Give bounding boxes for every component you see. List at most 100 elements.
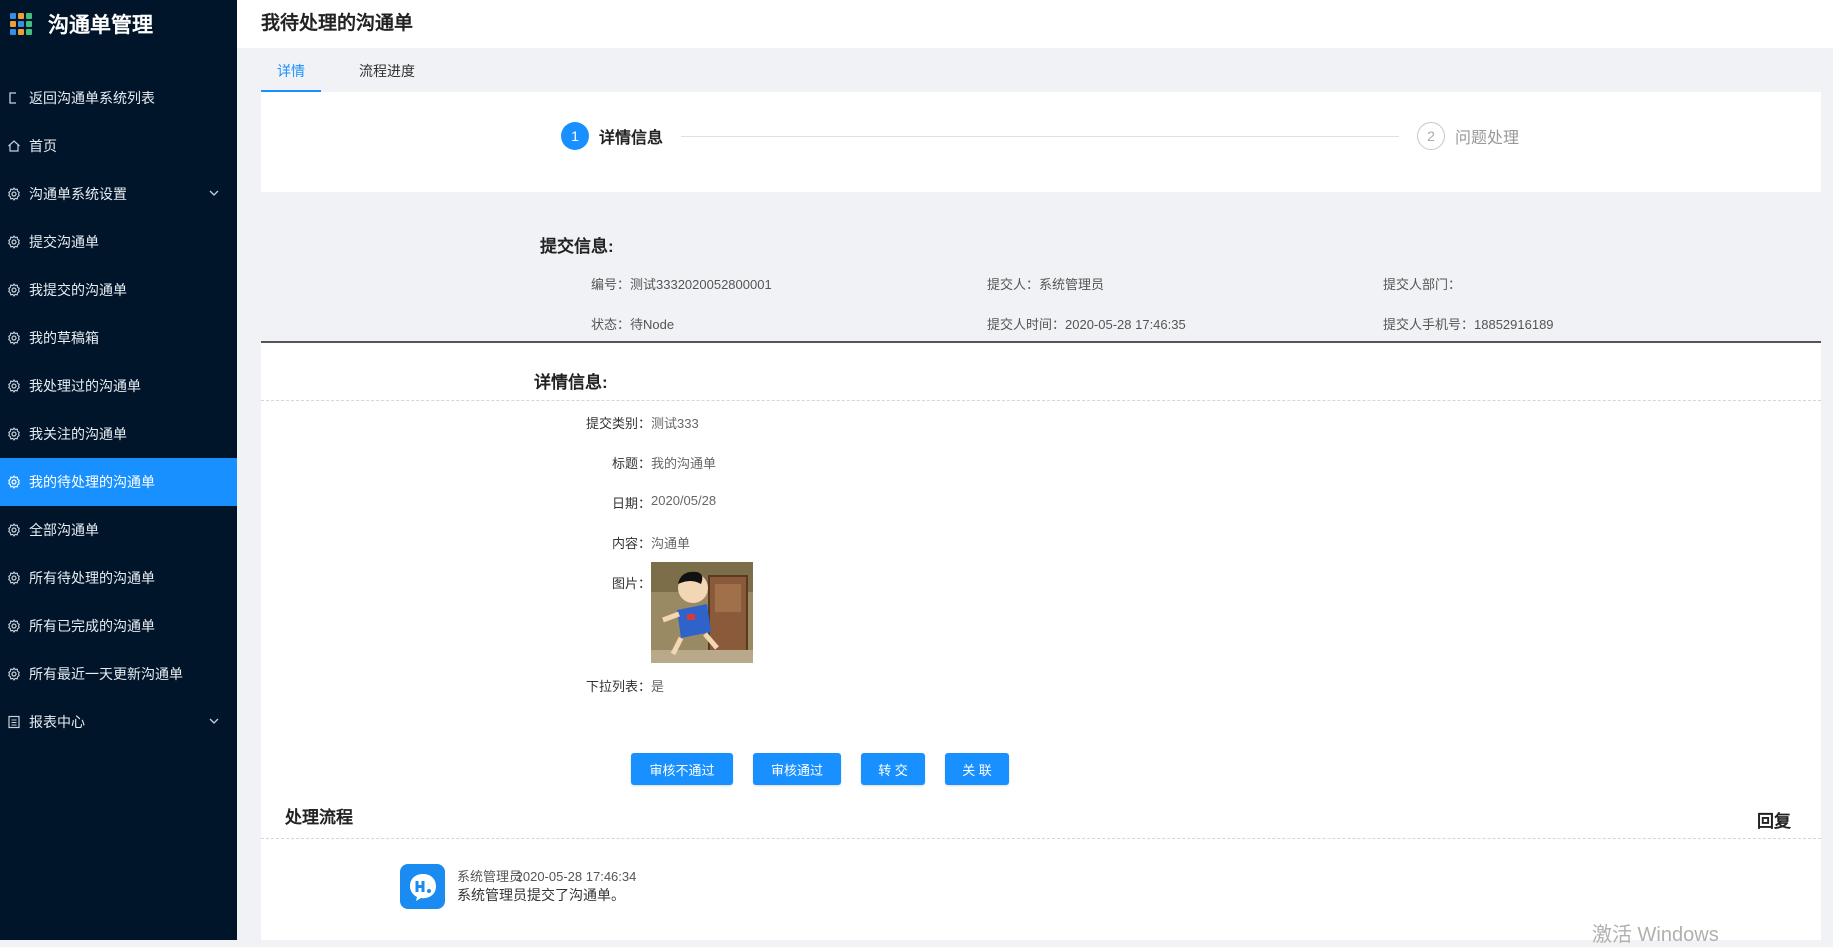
brand: 沟通单管理 <box>10 8 153 40</box>
home-icon <box>6 138 22 154</box>
steps-card: 1 详情信息 2 问题处理 <box>261 92 1821 192</box>
sidebar-item-label: 报表中心 <box>29 714 85 730</box>
divider <box>261 838 1821 839</box>
sidebar: 沟通单管理 返回沟通单系统列表 首页 沟通单系统设置 提交沟通单 我提交的沟通单… <box>0 0 237 940</box>
tab-bar: 详情 流程进度 <box>261 50 453 92</box>
sidebar-item-processed[interactable]: 我处理过的沟通单 <box>0 362 237 410</box>
sidebar-item-label: 返回沟通单系统列表 <box>29 90 155 106</box>
sidebar-item-home[interactable]: 首页 <box>0 122 237 170</box>
step-number: 2 <box>1417 122 1445 150</box>
user-avatar-icon <box>400 864 445 909</box>
tab-progress[interactable]: 流程进度 <box>343 50 431 92</box>
report-icon <box>6 714 22 730</box>
step-details: 1 详情信息 <box>561 122 663 150</box>
gear-icon <box>6 330 22 346</box>
sidebar-item-label: 我的待处理的沟通单 <box>29 474 155 490</box>
gear-icon <box>6 282 22 298</box>
chevron-down-icon <box>209 718 219 724</box>
field-value: 我的沟通单 <box>651 456 717 471</box>
divider <box>261 400 1821 401</box>
flow-entry-time: 2020-05-28 17:46:34 <box>515 869 637 884</box>
sidebar-item-followed[interactable]: 我关注的沟通单 <box>0 410 237 458</box>
chevron-down-icon <box>209 190 219 196</box>
sidebar-item-all-completed[interactable]: 所有已完成的沟通单 <box>0 602 237 650</box>
gear-icon <box>6 666 22 682</box>
windows-activation-watermark: 激活 Windows <box>1592 924 1719 946</box>
field-title: 标题： 我的沟通单 <box>521 453 716 472</box>
field-dropdown: 下拉列表： 是 <box>521 676 664 695</box>
sidebar-item-settings[interactable]: 沟通单系统设置 <box>0 170 237 218</box>
gear-icon <box>6 378 22 394</box>
field-label: 内容： <box>611 536 651 551</box>
sidebar-item-all[interactable]: 全部沟通单 <box>0 506 237 554</box>
field-value: 2020/05/28 <box>651 493 717 508</box>
sidebar-item-my-submitted[interactable]: 我提交的沟通单 <box>0 266 237 314</box>
field-image: 图片： <box>521 573 651 592</box>
sidebar-item-recent[interactable]: 所有最近一天更新沟通单 <box>0 650 237 698</box>
field-content: 内容： 沟通单 <box>521 533 690 552</box>
page-title: 我待处理的沟通单 <box>261 13 414 34</box>
sidebar-item-drafts[interactable]: 我的草稿箱 <box>0 314 237 362</box>
field-label: 日期： <box>611 496 651 511</box>
submitter-department: 提交人部门： <box>1383 277 1462 292</box>
sidebar-item-all-pending[interactable]: 所有待处理的沟通单 <box>0 554 237 602</box>
sidebar-item-submit[interactable]: 提交沟通单 <box>0 218 237 266</box>
flow-entry-user: 系统管理员 <box>457 869 523 884</box>
field-label: 标题： <box>611 456 651 471</box>
sidebar-item-label: 我的草稿箱 <box>29 330 99 346</box>
sidebar-item-label: 所有待处理的沟通单 <box>29 570 155 586</box>
flow-entry-text: 系统管理员提交了沟通单。 <box>457 887 625 903</box>
submit-time: 提交人时间：2020-05-28 17:46:35 <box>987 317 1186 332</box>
flow-title: 处理流程 <box>285 808 353 827</box>
step-label: 问题处理 <box>1455 130 1520 147</box>
return-icon <box>6 90 22 106</box>
transfer-button[interactable]: 转 交 <box>861 753 925 785</box>
submit-id: 编号：测试3332020052800001 <box>591 277 772 292</box>
submit-info-section: 提交信息: 编号：测试3332020052800001 提交人：系统管理员 提交… <box>261 192 1821 342</box>
sidebar-item-label: 所有最近一天更新沟通单 <box>29 666 183 682</box>
sidebar-item-my-pending[interactable]: 我的待处理的沟通单 <box>0 458 237 506</box>
brand-title: 沟通单管理 <box>48 14 153 37</box>
sidebar-item-label: 我关注的沟通单 <box>29 426 127 442</box>
sidebar-item-label: 首页 <box>29 138 57 154</box>
gear-icon <box>6 618 22 634</box>
sidebar-item-reports[interactable]: 报表中心 <box>0 698 237 746</box>
tab-details[interactable]: 详情 <box>261 50 321 92</box>
sidebar-item-label: 沟通单系统设置 <box>29 186 127 202</box>
sidebar-item-label: 我处理过的沟通单 <box>29 378 141 394</box>
attached-image[interactable] <box>651 562 753 663</box>
submitter: 提交人：系统管理员 <box>987 277 1105 292</box>
step-connector <box>681 136 1399 137</box>
reject-button[interactable]: 审核不通过 <box>631 753 733 785</box>
gear-icon <box>6 570 22 586</box>
step-label: 详情信息 <box>599 130 664 147</box>
sidebar-item-label: 提交沟通单 <box>29 234 99 250</box>
field-label: 下拉列表： <box>585 679 651 694</box>
sidebar-menu: 返回沟通单系统列表 首页 沟通单系统设置 提交沟通单 我提交的沟通单 我的草稿箱… <box>0 74 237 746</box>
sidebar-item-label: 全部沟通单 <box>29 522 99 538</box>
sidebar-item-label: 所有已完成的沟通单 <box>29 618 155 634</box>
gear-icon <box>6 426 22 442</box>
field-value: 测试333 <box>651 416 699 431</box>
detail-card: 详情信息: 提交类别： 测试333 标题： 我的沟通单 日期： 2020/05/… <box>261 343 1821 940</box>
page-header: 我待处理的沟通单 <box>237 0 1833 48</box>
step-handling: 2 问题处理 <box>1417 122 1519 150</box>
submitter-phone: 提交人手机号：18852916189 <box>1383 317 1554 332</box>
flow-entry-meta: 系统管理员 2020-05-28 17:46:34 <box>457 866 636 885</box>
field-category: 提交类别： 测试333 <box>521 413 699 432</box>
sidebar-item-label: 我提交的沟通单 <box>29 282 127 298</box>
sidebar-item-return[interactable]: 返回沟通单系统列表 <box>0 74 237 122</box>
field-value: 是 <box>651 679 665 694</box>
step-number: 1 <box>561 122 589 150</box>
field-date: 日期： 2020/05/28 <box>521 493 716 512</box>
field-label: 图片： <box>611 576 651 591</box>
gear-icon <box>6 474 22 490</box>
gear-icon <box>6 234 22 250</box>
reply-button[interactable]: 回复 <box>1757 807 1791 832</box>
approve-button[interactable]: 审核通过 <box>753 753 841 785</box>
submit-status: 状态：待Node <box>591 317 675 332</box>
gear-icon <box>6 522 22 538</box>
apps-grid-icon[interactable] <box>10 13 32 35</box>
link-button[interactable]: 关 联 <box>945 753 1009 785</box>
field-value: 沟通单 <box>651 536 691 551</box>
